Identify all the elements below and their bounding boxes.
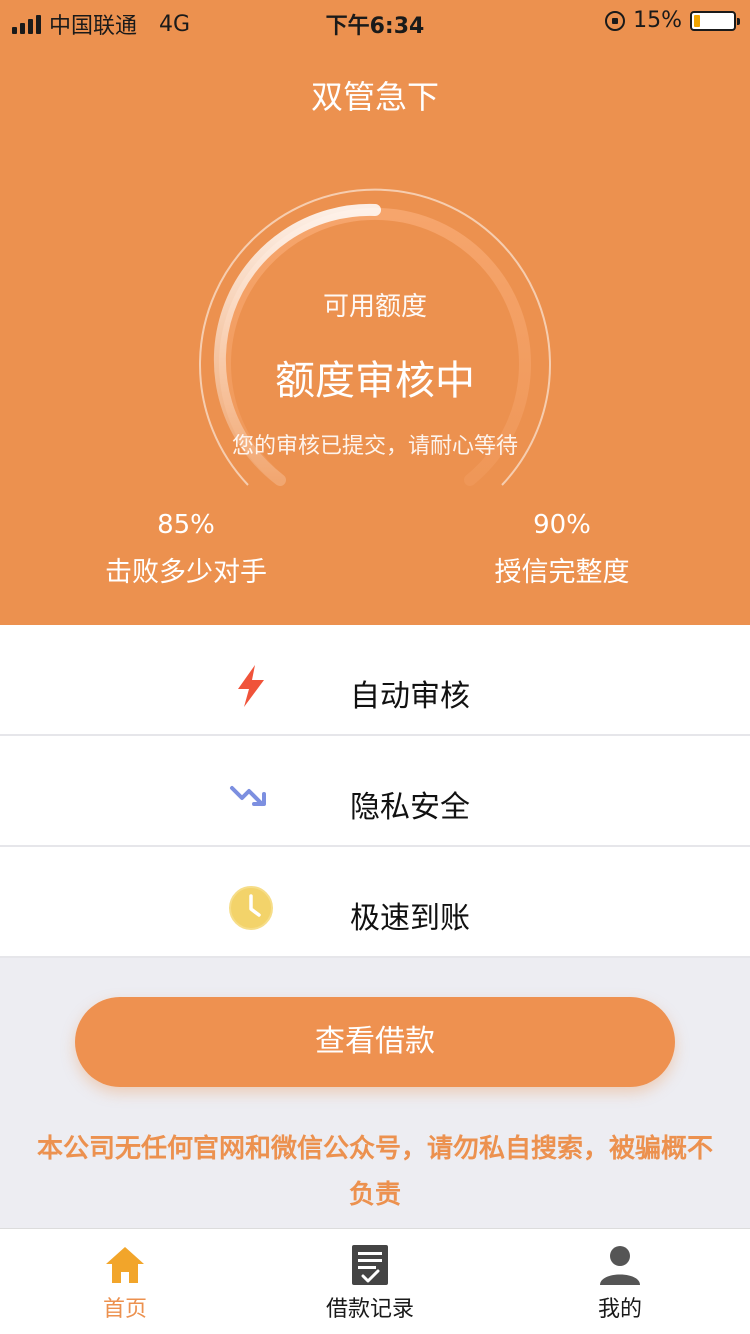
gauge-status: 额度审核中 (275, 358, 475, 404)
header-panel: 中国联通 4G 下午6:34 15% 双管急下 可用额度 额度审核中 您的审核已… (0, 0, 750, 625)
status-bar: 中国联通 4G 下午6:34 15% (0, 0, 750, 42)
tab-home[interactable]: 首页 (0, 1229, 250, 1334)
feature-list: 自动审核 隐私安全 极速到账 (0, 625, 750, 958)
lightning-icon (238, 665, 264, 707)
view-loan-button[interactable]: 查看借款 (75, 997, 675, 1087)
rotation-lock-icon (605, 10, 626, 31)
trend-down-icon (230, 786, 266, 806)
tab-records-label: 借款记录 (325, 1297, 414, 1322)
tab-mine-label: 我的 (597, 1297, 642, 1322)
tab-mine[interactable]: 我的 (495, 1229, 745, 1334)
clock-icon (229, 886, 273, 930)
battery-icon (690, 10, 740, 31)
stat-completeness: 90% 授信完整度 (432, 510, 692, 589)
page-title: 双管急下 (310, 78, 439, 116)
status-right: 15% (605, 8, 740, 33)
feature-label: 自动审核 (350, 679, 470, 714)
tab-home-label: 首页 (102, 1297, 147, 1322)
feature-fast-arrival: 极速到账 (0, 847, 750, 958)
gauge-note: 您的审核已提交，请耐心等待 (231, 434, 518, 459)
feature-auto-review: 自动审核 (0, 625, 750, 736)
tab-loan-records[interactable]: 借款记录 (245, 1229, 495, 1334)
stat-completeness-label: 授信完整度 (494, 557, 630, 588)
user-icon (600, 1246, 640, 1285)
tab-bar: 首页 借款记录 我的 (0, 1228, 750, 1334)
feature-privacy: 隐私安全 (0, 736, 750, 847)
stat-completeness-value: 90% (533, 510, 591, 540)
battery-percent: 15% (633, 8, 682, 33)
feature-label: 隐私安全 (350, 790, 470, 825)
stat-beaten-label: 击败多少对手 (105, 557, 267, 588)
credit-gauge (199, 188, 551, 486)
document-check-icon (352, 1245, 388, 1285)
home-icon (106, 1247, 144, 1283)
stat-beaten: 85% 击败多少对手 (56, 510, 316, 589)
stat-beaten-value: 85% (157, 510, 215, 540)
feature-label: 极速到账 (350, 901, 470, 936)
gauge-label: 可用额度 (322, 292, 427, 322)
disclaimer-text: 本公司无任何官网和微信公众号，请勿私自搜索，被骗概不负责 (36, 1134, 713, 1210)
